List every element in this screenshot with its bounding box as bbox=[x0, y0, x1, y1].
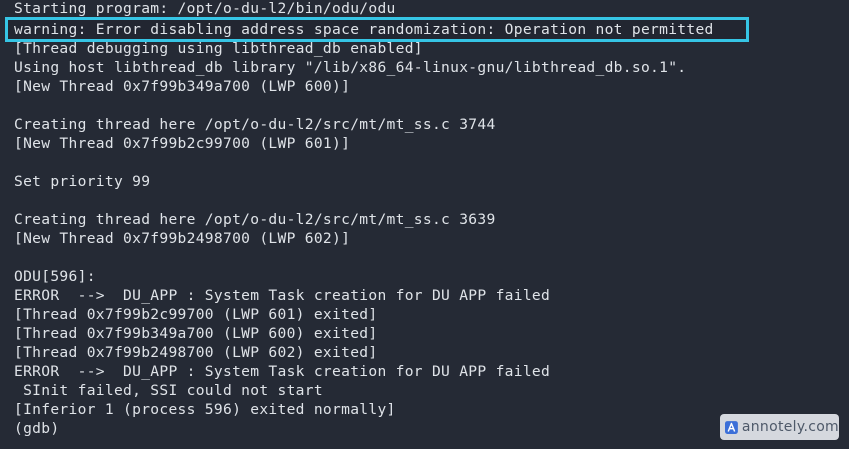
annotely-logo-icon bbox=[725, 420, 738, 434]
terminal-line-error: ERROR --> DU_APP : System Task creation … bbox=[14, 287, 551, 304]
terminal-line: SInit failed, SSI could not start bbox=[14, 382, 323, 399]
terminal-line: [Thread 0x7f99b2c99700 (LWP 601) exited] bbox=[14, 306, 378, 323]
terminal-line: [Thread debugging using libthread_db ena… bbox=[14, 40, 423, 57]
terminal-line: [New Thread 0x7f99b349a700 (LWP 600)] bbox=[14, 78, 351, 95]
terminal-line-error: ERROR --> DU_APP : System Task creation … bbox=[14, 363, 551, 380]
terminal-line: Set priority 99 bbox=[14, 173, 151, 190]
terminal-line: Using host libthread_db library "/lib/x8… bbox=[14, 59, 687, 76]
terminal-line: Creating thread here /opt/o-du-l2/src/mt… bbox=[14, 116, 496, 133]
terminal-window[interactable]: Starting program: /opt/o-du-l2/bin/odu/o… bbox=[0, 0, 849, 449]
annotely-watermark: annotely.com bbox=[720, 414, 839, 440]
terminal-line: [New Thread 0x7f99b2c99700 (LWP 601)] bbox=[14, 135, 351, 152]
watermark-text: annotely.com bbox=[741, 419, 839, 435]
terminal-line: [Inferior 1 (process 596) exited normall… bbox=[14, 401, 396, 418]
terminal-line: [Thread 0x7f99b2498700 (LWP 602) exited] bbox=[14, 344, 378, 361]
terminal-line: Creating thread here /opt/o-du-l2/src/mt… bbox=[14, 211, 496, 228]
gdb-prompt[interactable]: (gdb) bbox=[14, 419, 59, 438]
terminal-line: [Thread 0x7f99b349a700 (LWP 600) exited] bbox=[14, 325, 378, 342]
terminal-line: [New Thread 0x7f99b2498700 (LWP 602)] bbox=[14, 230, 351, 247]
terminal-line: ODU[596]: bbox=[14, 268, 96, 285]
terminal-line: Starting program: /opt/o-du-l2/bin/odu/o… bbox=[14, 0, 396, 17]
terminal-line-warning: warning: Error disabling address space r… bbox=[14, 21, 714, 38]
